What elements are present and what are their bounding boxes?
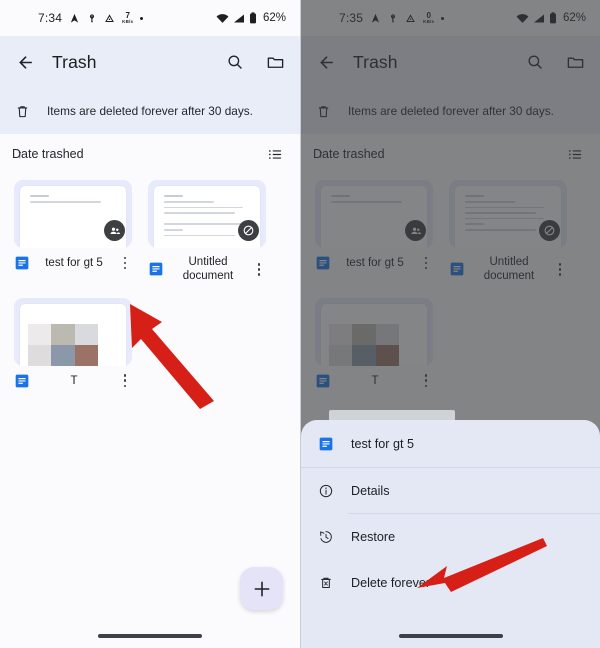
- file-card[interactable]: T: [14, 297, 132, 389]
- page-title: Trash: [52, 51, 97, 72]
- search-icon[interactable]: [222, 49, 248, 75]
- battery-percent: 62%: [262, 12, 286, 24]
- info-icon: [318, 483, 334, 499]
- app-bar-left: Trash: [0, 36, 300, 88]
- file-options-bottom-sheet: test for gt 5 Details Restore Delete for…: [301, 420, 600, 648]
- delete-forever-item[interactable]: Delete forever: [301, 560, 600, 606]
- status-bar-left: 7:34 7 KB/s 62%: [0, 0, 300, 36]
- battery-icon: [249, 12, 257, 24]
- overflow-menu-icon[interactable]: [252, 262, 266, 276]
- shared-people-icon: [104, 220, 125, 241]
- phone-screen-right: 7:35 0 KB/s: [301, 0, 600, 648]
- google-docs-icon: [318, 436, 334, 452]
- screenshot-root: 7:34 7 KB/s 62% Trash Items are deleted …: [0, 0, 600, 648]
- sort-label[interactable]: Date trashed: [12, 147, 84, 161]
- navigation-icon: [69, 13, 80, 24]
- home-indicator: [398, 634, 503, 638]
- file-grid-left: test for gt 5 Untitled document T: [0, 174, 300, 389]
- drive-sync-icon: [104, 13, 115, 24]
- overflow-menu-icon[interactable]: [118, 374, 132, 388]
- file-name: Untitled document: [182, 256, 234, 283]
- network-speed-icon: 7 KB/s: [122, 11, 134, 25]
- file-name: T: [70, 374, 78, 387]
- new-item-button[interactable]: [240, 567, 283, 610]
- details-item[interactable]: Details: [301, 468, 600, 514]
- restricted-icon: [238, 220, 259, 241]
- file-thumbnail[interactable]: [14, 297, 132, 366]
- network-speed-unit: KB/s: [122, 18, 134, 24]
- back-arrow-icon[interactable]: [12, 49, 38, 75]
- file-thumbnail[interactable]: [148, 180, 266, 248]
- file-card-footer: T: [14, 373, 132, 389]
- signal-icon: [233, 13, 245, 24]
- mosaic-thumbnail: [28, 323, 98, 366]
- bottom-sheet-title: test for gt 5: [351, 436, 414, 451]
- bottom-sheet-header: test for gt 5: [301, 420, 600, 468]
- banner-text: Items are deleted forever after 30 days.: [47, 104, 253, 118]
- restore-icon: [318, 529, 334, 545]
- trash-icon: [14, 103, 31, 120]
- details-label: Details: [351, 484, 390, 498]
- dot-icon: [140, 16, 144, 20]
- google-docs-icon: [14, 255, 30, 271]
- phone-screen-left: 7:34 7 KB/s 62% Trash Items are deleted …: [0, 0, 300, 648]
- delete-forever-label: Delete forever: [351, 576, 431, 590]
- home-indicator: [98, 634, 202, 638]
- wifi-icon: [216, 13, 229, 24]
- file-card-footer: Untitled document: [148, 255, 266, 284]
- status-time: 7:34: [38, 11, 63, 25]
- folder-icon[interactable]: [262, 49, 288, 75]
- restore-item[interactable]: Restore: [301, 514, 600, 560]
- file-card[interactable]: Untitled document: [148, 180, 266, 284]
- trash-retention-banner: Items are deleted forever after 30 days.: [0, 88, 300, 134]
- file-name: test for gt 5: [45, 256, 103, 269]
- overflow-menu-icon[interactable]: [118, 256, 132, 270]
- delete-forever-icon: [318, 575, 334, 591]
- file-thumbnail[interactable]: [14, 180, 132, 248]
- file-card-footer: test for gt 5: [14, 255, 132, 271]
- google-docs-icon: [14, 373, 30, 389]
- vpn-key-icon: [87, 13, 97, 24]
- file-card[interactable]: test for gt 5: [14, 180, 132, 284]
- list-view-icon[interactable]: [262, 141, 288, 167]
- sort-row-left: Date trashed ↑: [0, 134, 300, 174]
- restore-label: Restore: [351, 530, 396, 544]
- google-docs-icon: [148, 261, 164, 277]
